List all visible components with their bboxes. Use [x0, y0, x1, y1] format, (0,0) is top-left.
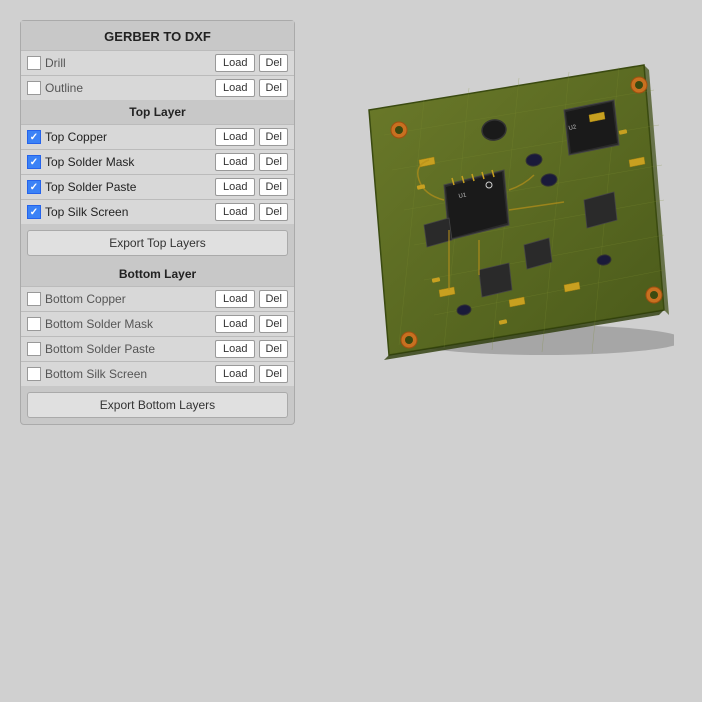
bottom-silk-screen-load-button[interactable]: Load: [215, 365, 255, 383]
drill-load-button[interactable]: Load: [215, 54, 255, 72]
right-panel: U2 U1: [315, 20, 682, 370]
outline-label: Outline: [45, 81, 211, 95]
drill-checkbox[interactable]: [27, 56, 41, 70]
bottom-silk-screen-label: Bottom Silk Screen: [45, 367, 211, 381]
bottom-solder-paste-del-button[interactable]: Del: [259, 340, 288, 358]
drill-label: Drill: [45, 56, 211, 70]
export-top-layers-button[interactable]: Export Top Layers: [27, 230, 288, 256]
bottom-copper-checkbox[interactable]: [27, 292, 41, 306]
drill-del-button[interactable]: Del: [259, 54, 288, 72]
top-copper-checkbox[interactable]: [27, 130, 41, 144]
bottom-solder-paste-load-button[interactable]: Load: [215, 340, 255, 358]
outline-row: Outline Load Del: [21, 75, 294, 100]
top-copper-del-button[interactable]: Del: [259, 128, 288, 146]
outline-load-button[interactable]: Load: [215, 79, 255, 97]
bottom-solder-paste-row: Bottom Solder Paste Load Del: [21, 336, 294, 361]
bottom-solder-mask-label: Bottom Solder Mask: [45, 317, 211, 331]
top-solder-mask-del-button[interactable]: Del: [259, 153, 288, 171]
top-silk-screen-load-button[interactable]: Load: [215, 203, 255, 221]
top-solder-mask-load-button[interactable]: Load: [215, 153, 255, 171]
top-silk-screen-checkbox[interactable]: [27, 205, 41, 219]
bottom-solder-paste-checkbox[interactable]: [27, 342, 41, 356]
top-solder-paste-row: Top Solder Paste Load Del: [21, 174, 294, 199]
bottom-silk-screen-row: Bottom Silk Screen Load Del: [21, 361, 294, 386]
top-layer-header: Top Layer: [21, 100, 294, 124]
drill-row: Drill Load Del: [21, 50, 294, 75]
top-silk-screen-label: Top Silk Screen: [45, 205, 211, 219]
top-solder-paste-checkbox[interactable]: [27, 180, 41, 194]
bottom-layer-header: Bottom Layer: [21, 262, 294, 286]
top-copper-label: Top Copper: [45, 130, 211, 144]
bottom-copper-del-button[interactable]: Del: [259, 290, 288, 308]
bottom-solder-mask-load-button[interactable]: Load: [215, 315, 255, 333]
top-solder-paste-del-button[interactable]: Del: [259, 178, 288, 196]
main-container: GERBER TO DXF Drill Load Del Outline Loa…: [0, 0, 702, 702]
bottom-solder-mask-row: Bottom Solder Mask Load Del: [21, 311, 294, 336]
bottom-copper-label: Bottom Copper: [45, 292, 211, 306]
top-copper-load-button[interactable]: Load: [215, 128, 255, 146]
panel-title: GERBER TO DXF: [21, 21, 294, 50]
outline-del-button[interactable]: Del: [259, 79, 288, 97]
left-panel: GERBER TO DXF Drill Load Del Outline Loa…: [20, 20, 295, 425]
bottom-solder-mask-checkbox[interactable]: [27, 317, 41, 331]
export-bottom-layers-button[interactable]: Export Bottom Layers: [27, 392, 288, 418]
top-silk-screen-row: Top Silk Screen Load Del: [21, 199, 294, 224]
top-solder-paste-label: Top Solder Paste: [45, 180, 211, 194]
bottom-solder-paste-label: Bottom Solder Paste: [45, 342, 211, 356]
bottom-copper-load-button[interactable]: Load: [215, 290, 255, 308]
top-solder-paste-load-button[interactable]: Load: [215, 178, 255, 196]
top-copper-row: Top Copper Load Del: [21, 124, 294, 149]
top-solder-mask-label: Top Solder Mask: [45, 155, 211, 169]
top-solder-mask-row: Top Solder Mask Load Del: [21, 149, 294, 174]
bottom-copper-row: Bottom Copper Load Del: [21, 286, 294, 311]
bottom-silk-screen-del-button[interactable]: Del: [259, 365, 288, 383]
top-silk-screen-del-button[interactable]: Del: [259, 203, 288, 221]
bottom-solder-mask-del-button[interactable]: Del: [259, 315, 288, 333]
pcb-visualization: U2 U1: [324, 30, 674, 370]
outline-checkbox[interactable]: [27, 81, 41, 95]
top-solder-mask-checkbox[interactable]: [27, 155, 41, 169]
bottom-silk-screen-checkbox[interactable]: [27, 367, 41, 381]
